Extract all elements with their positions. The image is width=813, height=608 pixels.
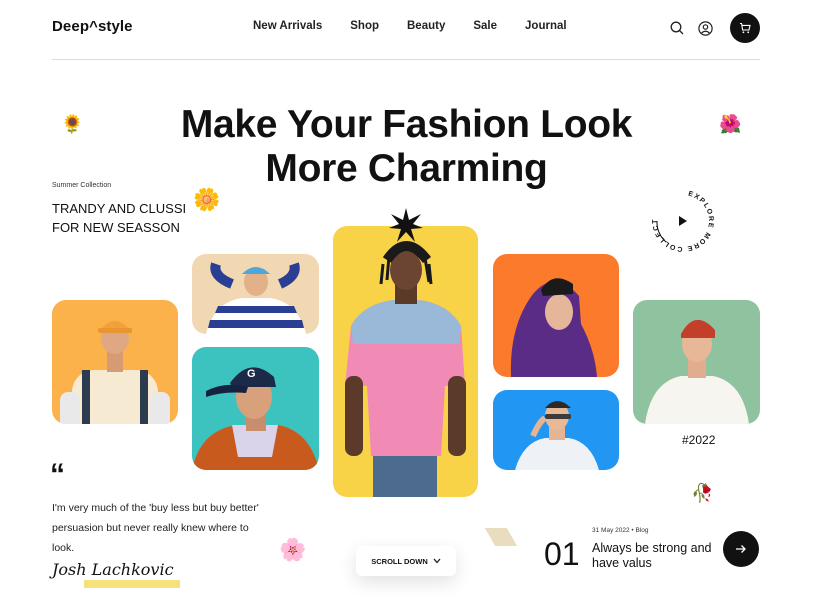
decorative-strip [484, 528, 518, 546]
brand-logo[interactable]: Deep^style [52, 18, 133, 35]
nav-beauty[interactable]: Beauty [407, 20, 445, 32]
search-icon[interactable] [666, 17, 688, 39]
sunflower-icon: 🌼 [193, 187, 221, 212]
nav-sale[interactable]: Sale [473, 20, 497, 32]
photo-card-g-cap[interactable]: G [192, 347, 319, 470]
collection-tagline: TRANDY AND CLUSSI FOR NEW SEASSON [52, 201, 187, 235]
svg-text:G: G [247, 368, 256, 380]
photo-card-cap-boy[interactable] [52, 300, 178, 424]
hero-title-line1: Make Your Fashion Look [180, 103, 633, 146]
photo-card-striped-sweater[interactable] [192, 254, 319, 334]
collection-eyebrow: Summer Collection [52, 182, 112, 189]
blog-number: 01 [544, 536, 580, 572]
quote-icon: “ [50, 458, 65, 491]
explore-more-badge[interactable]: EXPLORE MORE COLLECTION [645, 181, 718, 256]
nav-journal[interactable]: Journal [525, 20, 567, 32]
testimonial-signature: Josh Lachkovic [52, 560, 174, 579]
scroll-down-button[interactable]: SCROLL DOWN [356, 546, 456, 576]
site-header: Deep^style New Arrivals Shop Beauty Sale… [52, 0, 760, 60]
next-arrow-button[interactable] [723, 531, 759, 567]
flower-icon: 🌺 [719, 114, 742, 134]
hero-title-line2: More Charming [265, 147, 548, 190]
nav-shop[interactable]: Shop [350, 20, 379, 32]
cart-icon [740, 22, 751, 34]
user-icon[interactable] [694, 17, 716, 39]
blog-date: 31 May 2022 [592, 527, 630, 534]
blog-meta-separator: • [631, 527, 634, 534]
photo-card-purple-hoodie[interactable] [493, 254, 619, 377]
play-icon [679, 216, 687, 226]
year-tag: #2022 [682, 433, 716, 447]
rose-icon: 🥀 [691, 483, 714, 503]
cherry-blossom-icon: 🌸 [279, 537, 307, 562]
blog-title[interactable]: Always be strong and have valus [592, 541, 722, 571]
photo-card-red-beanie[interactable] [633, 300, 760, 424]
chevron-down-icon [433, 558, 441, 564]
blog-meta: 31 May 2022 • Blog [592, 527, 649, 534]
starburst-icon [389, 208, 423, 242]
photo-card-featured-pink-tee[interactable] [333, 226, 478, 497]
signature-highlight [84, 580, 180, 588]
scroll-down-label: SCROLL DOWN [371, 556, 428, 566]
nav-new-arrivals[interactable]: New Arrivals [253, 20, 322, 32]
testimonial-text: I'm very much of the 'buy less but buy b… [52, 502, 259, 554]
arrow-right-icon [736, 545, 746, 553]
cart-button[interactable] [730, 13, 760, 43]
main-nav: New Arrivals Shop Beauty Sale Journal [253, 20, 595, 32]
photo-card-sunglasses[interactable] [493, 390, 619, 470]
sunflower-icon: 🌻 [61, 114, 84, 134]
blog-category: Blog [635, 527, 649, 534]
